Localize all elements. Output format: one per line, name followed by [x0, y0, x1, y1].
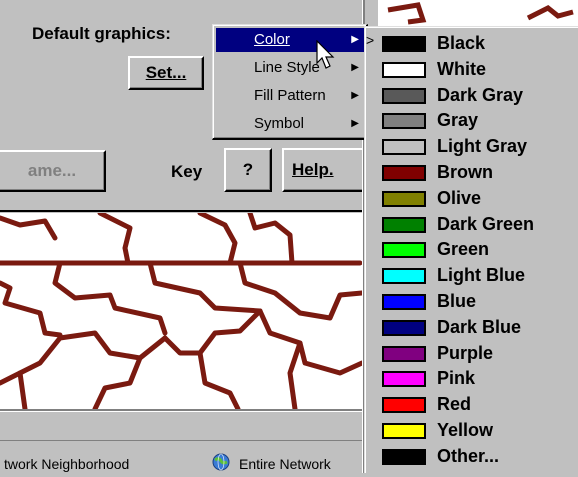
color-swatch	[382, 294, 426, 310]
color-item-gray[interactable]: Gray	[382, 109, 572, 135]
color-swatch	[382, 165, 426, 181]
color-item-label: Dark Blue	[437, 316, 522, 337]
color-swatch	[382, 190, 426, 207]
color-swatch	[382, 319, 426, 336]
mouse-pointer-icon	[316, 39, 338, 79]
menu-item-color-label: Color	[254, 31, 290, 48]
color-item-green[interactable]: Green	[382, 238, 572, 264]
color-item-white[interactable]: White	[382, 58, 572, 84]
color-swatch	[382, 345, 426, 362]
name-button-label: ame...	[27, 161, 77, 180]
color-item-dark-green[interactable]: Dark Green	[382, 213, 572, 239]
status-entire-network[interactable]: Entire Network	[239, 456, 331, 472]
color-item-label: Blue	[437, 291, 477, 311]
color-swatch	[382, 448, 426, 465]
help-button[interactable]: Help.	[282, 148, 364, 192]
map-frame-border	[0, 210, 362, 212]
color-swatch	[382, 423, 426, 439]
menu-item-symbol[interactable]: Symbol ▶	[216, 112, 365, 136]
submenu-arrow-icon: ▶	[351, 118, 359, 129]
menu-item-symbol-label: Symbol	[254, 115, 305, 132]
status-network-neighborhood[interactable]: twork Neighborhood	[4, 456, 129, 472]
submenu-arrow-icon: ▶	[351, 90, 359, 101]
color-swatch	[382, 216, 426, 233]
color-swatch	[382, 242, 426, 259]
color-swatch	[382, 397, 426, 414]
color-item-light-gray[interactable]: Light Gray	[382, 135, 572, 161]
graphics-popup-menu: Color ▶ Line Style ▶ Fill Pattern ▶ Symb…	[212, 24, 368, 140]
color-swatch	[382, 139, 426, 156]
color-item-dark-blue[interactable]: Dark Blue	[382, 316, 572, 342]
color-item-dark-gray[interactable]: Dark Gray	[382, 84, 572, 110]
key-label: Key	[171, 162, 203, 181]
submenu-arrow-icon: ▶	[351, 62, 359, 73]
color-item-label: Red	[437, 394, 472, 415]
color-item-other[interactable]: Other...	[382, 445, 572, 471]
color-item-label: Light Gray	[437, 136, 528, 157]
color-swatch	[382, 268, 426, 285]
color-item-label: Dark Gray	[437, 84, 524, 105]
application-window: Default graphics: Set... ame... Key ? He…	[0, 0, 578, 474]
color-item-label: Gray	[437, 110, 479, 131]
default-graphics-label: Default graphics:	[32, 24, 171, 43]
set-button-label: Set...	[145, 63, 187, 82]
color-item-brown[interactable]: Brown	[382, 161, 572, 187]
color-item-blue[interactable]: Blue	[382, 290, 572, 316]
color-item-label: Yellow	[437, 420, 494, 440]
color-item-yellow[interactable]: Yellow	[382, 419, 572, 445]
question-button-label: ?	[242, 160, 254, 179]
color-item-label: Other...	[437, 445, 500, 466]
color-item-black[interactable]: Black	[382, 32, 572, 58]
color-item-label: Green	[437, 239, 490, 260]
color-item-olive[interactable]: Olive	[382, 187, 572, 213]
help-button-label: Help.	[292, 160, 334, 179]
submenu-arrow-icon: ▶	[351, 34, 359, 45]
color-swatch	[382, 36, 426, 52]
color-swatch	[382, 61, 426, 78]
color-item-label: Olive	[437, 187, 482, 208]
color-swatch	[382, 371, 426, 388]
color-item-pink[interactable]: Pink	[382, 367, 572, 393]
menu-item-line-style[interactable]: Line Style ▶	[216, 56, 365, 80]
name-button[interactable]: ame...	[0, 150, 106, 192]
color-item-label: Brown	[437, 162, 493, 182]
menu-item-color[interactable]: Color ▶	[216, 28, 365, 52]
question-button[interactable]: ?	[224, 148, 272, 192]
set-button[interactable]: Set...	[128, 56, 204, 90]
menu-item-fill-pattern[interactable]: Fill Pattern ▶	[216, 84, 365, 108]
color-item-label: Purple	[437, 342, 494, 363]
color-item-label: Dark Green	[437, 213, 535, 234]
map-preview	[0, 213, 362, 409]
menu-item-line-style-label: Line Style	[254, 59, 320, 76]
color-item-purple[interactable]: Purple	[382, 342, 572, 368]
color-item-label: Pink	[437, 368, 476, 389]
separator-line	[0, 409, 362, 412]
color-swatch	[382, 87, 426, 104]
color-item-label: Light Blue	[437, 265, 525, 286]
color-item-label: Black	[437, 33, 486, 53]
globe-icon	[211, 452, 231, 477]
color-item-red[interactable]: Red	[382, 393, 572, 419]
map-boundaries	[0, 213, 362, 409]
color-swatch	[382, 113, 426, 130]
color-item-label: White	[437, 58, 486, 79]
color-item-light-blue[interactable]: Light Blue	[382, 264, 572, 290]
checkmark-icon: >	[366, 32, 375, 48]
menu-item-fill-pattern-label: Fill Pattern	[254, 87, 326, 104]
